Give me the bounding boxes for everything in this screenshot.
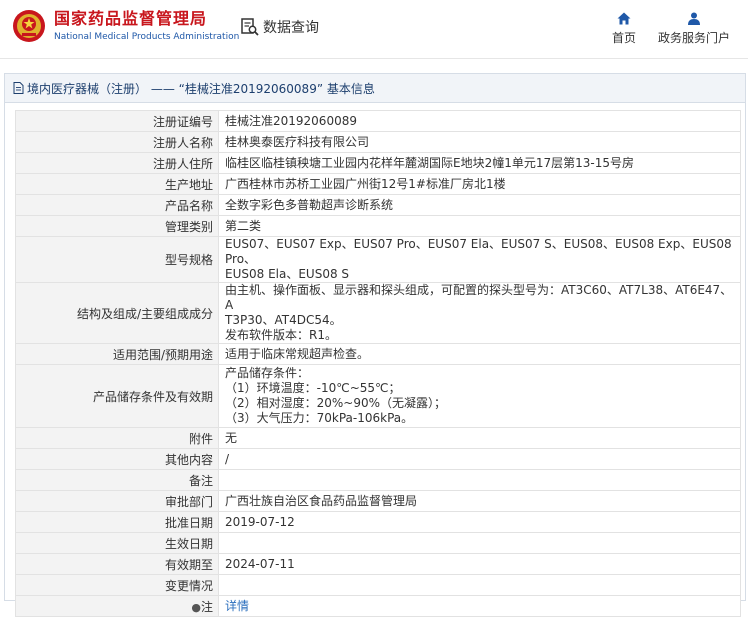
logo-title-cn: 国家药品监督管理局 xyxy=(54,9,208,28)
row-value: 广西壮族自治区食品药品监督管理局 xyxy=(218,490,741,512)
row-value-line: T3P30、AT4DC54。 xyxy=(225,313,342,327)
row-label: 附件 xyxy=(15,427,219,449)
data-query-label: 数据查询 xyxy=(263,20,319,36)
row-label: 有效期至 xyxy=(15,553,219,575)
row-label: 其他内容 xyxy=(15,448,219,470)
row-value: 详情 xyxy=(218,595,741,617)
table-row: 产品名称 全数字彩色多普勒超声诊断系统 xyxy=(15,194,741,216)
row-label: 管理类别 xyxy=(15,215,219,237)
note-label: 注 xyxy=(200,599,213,614)
table-row: 型号规格 EUS07、EUS07 Exp、EUS07 Pro、EUS07 Ela… xyxy=(15,236,741,283)
logo-title-en: National Medical Products Administration xyxy=(54,32,240,42)
row-value: 临桂区临桂镇秧塘工业园内花样年麓湖国际E地块2幢1单元17层第13-15号房 xyxy=(218,152,741,174)
table-row: 其他内容 / xyxy=(15,448,741,470)
table-row: 审批部门 广西壮族自治区食品药品监督管理局 xyxy=(15,490,741,512)
registration-info-table: 注册证编号 桂械注准20192060089 注册人名称 桂林奥泰医疗科技有限公司… xyxy=(15,110,741,617)
site-logo[interactable]: 国家药品监督管理局 National Medical Products Admi… xyxy=(12,9,239,43)
row-label: 结构及组成/主要组成成分 xyxy=(15,282,219,344)
row-value: 由主机、操作面板、显示器和探头组成，可配置的探头型号为：AT3C60、AT7L3… xyxy=(218,282,741,344)
home-icon xyxy=(617,12,631,25)
table-row: 注册证编号 桂械注准20192060089 xyxy=(15,110,741,132)
row-value xyxy=(218,532,741,554)
row-label-note: ●注 xyxy=(15,595,219,617)
row-value: 2024-07-11 xyxy=(218,553,741,575)
row-value: 2019-07-12 xyxy=(218,511,741,533)
row-value-line: EUS08 Ela、EUS08 S xyxy=(225,267,350,281)
nav-service-portal[interactable]: 政务服务门户 xyxy=(658,12,730,46)
row-value-line: 发布软件版本：R1。 xyxy=(225,328,337,342)
row-value: 适用于临床常规超声检查。 xyxy=(218,343,741,365)
table-row: 生效日期 xyxy=(15,532,741,554)
site-header: 国家药品监督管理局 National Medical Products Admi… xyxy=(0,0,748,59)
pin-icon: ● xyxy=(191,600,201,614)
row-value-line: （2）相对湿度：20%~90%（无凝露）； xyxy=(225,396,447,410)
table-row: 注册人名称 桂林奥泰医疗科技有限公司 xyxy=(15,131,741,153)
nav-home-label: 首页 xyxy=(611,31,636,45)
nav-service-portal-label: 政务服务门户 xyxy=(657,31,730,45)
table-row: 产品储存条件及有效期 产品储存条件： （1）环境温度：-10℃~55℃； （2）… xyxy=(15,364,741,428)
row-value-line: 产品储存条件： xyxy=(225,366,310,380)
row-label: 注册人住所 xyxy=(15,152,219,174)
row-label: 变更情况 xyxy=(15,574,219,596)
table-row: 批准日期 2019-07-12 xyxy=(15,511,741,533)
nav-home[interactable]: 首页 xyxy=(612,12,636,46)
row-value: 广西桂林市苏桥工业园广州街12号1#标准厂房北1楼 xyxy=(218,173,741,195)
row-value: 桂林奥泰医疗科技有限公司 xyxy=(218,131,741,153)
table-row: 结构及组成/主要组成成分 由主机、操作面板、显示器和探头组成，可配置的探头型号为… xyxy=(15,282,741,344)
row-value: 全数字彩色多普勒超声诊断系统 xyxy=(218,194,741,216)
row-label: 产品储存条件及有效期 xyxy=(15,364,219,428)
row-value: EUS07、EUS07 Exp、EUS07 Pro、EUS07 Ela、EUS0… xyxy=(218,236,741,283)
row-value-line: （3）大气压力：70kPa-106kPa。 xyxy=(225,411,414,425)
table-row: 管理类别 第二类 xyxy=(15,215,741,237)
national-emblem-icon xyxy=(13,10,45,42)
row-value xyxy=(218,469,741,491)
row-label: 注册人名称 xyxy=(15,131,219,153)
table-row: 变更情况 xyxy=(15,574,741,596)
top-nav: 首页 政务服务门户 xyxy=(590,12,730,46)
row-label: 生效日期 xyxy=(15,532,219,554)
document-icon xyxy=(13,82,24,94)
basic-info-panel: 境内医疗器械（注册） —— “桂械注准20192060089” 基本信息 注册证… xyxy=(4,73,746,617)
row-value: 产品储存条件： （1）环境温度：-10℃~55℃； （2）相对湿度：20%~90… xyxy=(218,364,741,428)
row-label: 生产地址 xyxy=(15,173,219,195)
row-value xyxy=(218,574,741,596)
data-search-icon xyxy=(241,18,259,36)
row-value-line: 由主机、操作面板、显示器和探头组成，可配置的探头型号为：AT3C60、AT7L3… xyxy=(225,283,733,312)
row-label: 产品名称 xyxy=(15,194,219,216)
table-row: 适用范围/预期用途 适用于临床常规超声检查。 xyxy=(15,343,741,365)
panel-title-bar: 境内医疗器械（注册） —— “桂械注准20192060089” 基本信息 xyxy=(5,74,745,103)
row-value-line: （1）环境温度：-10℃~55℃； xyxy=(225,381,401,395)
row-label: 注册证编号 xyxy=(15,110,219,132)
table-row: 注册人住所 临桂区临桂镇秧塘工业园内花样年麓湖国际E地块2幢1单元17层第13-… xyxy=(15,152,741,174)
table-row: ●注 详情 xyxy=(15,595,741,617)
data-query-link[interactable]: 数据查询 xyxy=(240,17,319,37)
row-label: 审批部门 xyxy=(15,490,219,512)
table-row: 生产地址 广西桂林市苏桥工业园广州街12号1#标准厂房北1楼 xyxy=(15,173,741,195)
row-label: 批准日期 xyxy=(15,511,219,533)
row-value: / xyxy=(218,448,741,470)
row-label: 适用范围/预期用途 xyxy=(15,343,219,365)
table-row: 附件 无 xyxy=(15,427,741,449)
row-value: 桂械注准20192060089 xyxy=(218,110,741,132)
panel-title: 境内医疗器械（注册） —— “桂械注准20192060089” 基本信息 xyxy=(27,81,375,96)
row-label: 型号规格 xyxy=(15,236,219,283)
table-row: 备注 xyxy=(15,469,741,491)
row-value: 第二类 xyxy=(218,215,741,237)
row-value-line: EUS07、EUS07 Exp、EUS07 Pro、EUS07 Ela、EUS0… xyxy=(225,237,732,266)
table-row: 有效期至 2024-07-11 xyxy=(15,553,741,575)
details-link[interactable]: 详情 xyxy=(225,599,249,613)
user-icon xyxy=(687,12,700,25)
row-label: 备注 xyxy=(15,469,219,491)
row-value: 无 xyxy=(218,427,741,449)
